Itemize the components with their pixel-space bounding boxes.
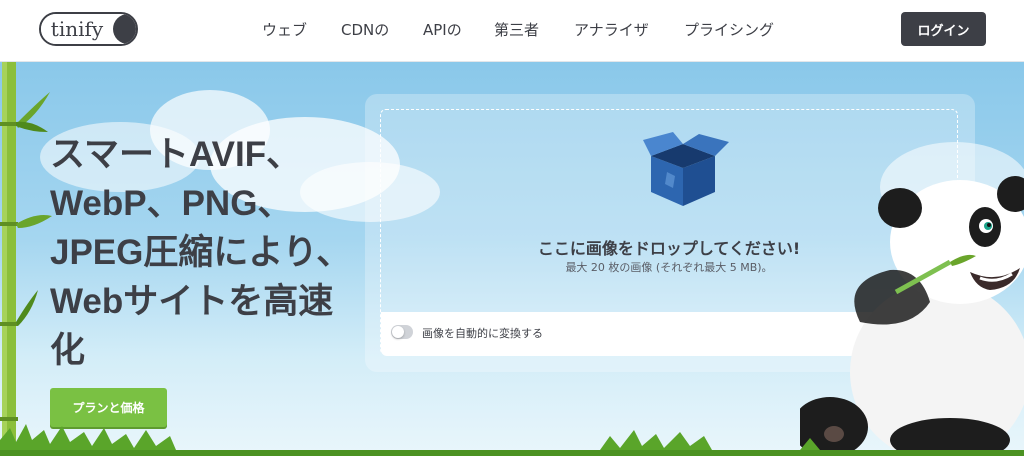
nav-pricing[interactable]: プライシング (684, 19, 774, 40)
panda-mascot-illustration (800, 176, 1024, 456)
bamboo-illustration (0, 62, 52, 456)
headline-line: WebP、PNG、 (50, 184, 293, 223)
nav-web[interactable]: ウェブ (262, 19, 307, 40)
tinify-logo[interactable]: tinify (39, 12, 138, 46)
headline-line: Webサイトを高速 (50, 282, 334, 321)
hero-headline: スマートAVIF、 WebP、PNG、 JPEG圧縮により、 Webサイトを高速… (50, 130, 352, 375)
auto-convert-label: 画像を自動的に変換する (422, 327, 543, 340)
nav-cdn[interactable]: CDNの (341, 19, 389, 40)
auto-convert-toggle[interactable] (391, 325, 413, 339)
headline-line: JPEG圧縮により、 (50, 233, 352, 272)
headline-line: 化 (50, 331, 86, 370)
nav-analyzer[interactable]: アナライザ (574, 19, 649, 40)
logo-text: tinify (41, 14, 113, 44)
headline-line: スマートAVIF、 (50, 135, 302, 174)
toggle-knob (392, 326, 404, 338)
nav-third-party[interactable]: 第三者 (494, 19, 539, 40)
open-box-icon (643, 132, 729, 206)
hero-section: スマートAVIF、 WebP、PNG、 JPEG圧縮により、 Webサイトを高速… (0, 62, 1024, 456)
logo-toggle-shape (113, 14, 136, 44)
login-button[interactable]: ログイン (901, 12, 986, 46)
nav-api[interactable]: APIの (423, 19, 462, 40)
site-header: tinify ウェブ CDNの APIの 第三者 アナライザ プライシング ログ… (0, 0, 1024, 62)
grass-strip (0, 424, 1024, 456)
